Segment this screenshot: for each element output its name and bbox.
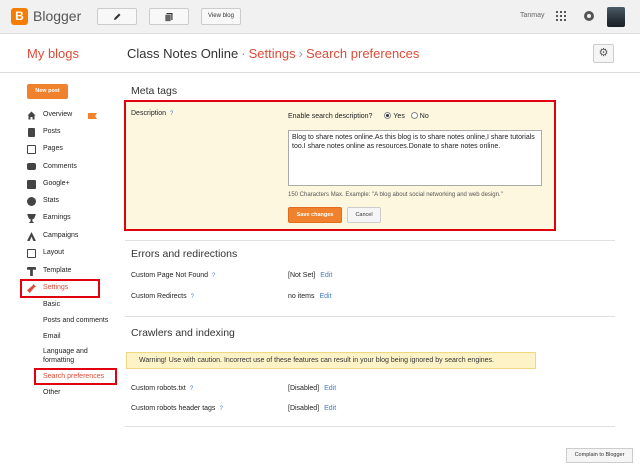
- custom-robots-txt-value: [Disabled] Edit: [288, 385, 336, 392]
- row-label-text: Custom Page Not Found: [131, 272, 209, 279]
- comment-icon: [27, 163, 36, 170]
- pie-chart-icon: [27, 197, 36, 206]
- divider: [0, 72, 640, 73]
- edit-link[interactable]: Edit: [319, 293, 331, 300]
- errors-heading: Errors and redirections: [131, 248, 238, 260]
- pencil-icon: [114, 13, 121, 20]
- custom-redirects-label: Custom Redirects?: [131, 293, 194, 300]
- breadcrumb-search-preferences: Search preferences: [305, 46, 420, 61]
- settings-highlight-box: [20, 279, 100, 298]
- row-label-text: Custom robots header tags: [131, 405, 216, 412]
- row-value: no items: [288, 293, 315, 300]
- custom-robots-txt-label: Custom robots.txt?: [131, 385, 193, 392]
- settings-sub-posts-comments[interactable]: Posts and comments: [43, 317, 108, 324]
- meta-tags-heading: Meta tags: [131, 85, 178, 97]
- edit-link[interactable]: Edit: [324, 385, 336, 392]
- custom-page-not-found-value: [Not Set] Edit: [288, 272, 332, 279]
- crawlers-heading: Crawlers and indexing: [131, 327, 235, 339]
- complain-to-blogger-button[interactable]: Complain to Blogger: [566, 448, 633, 463]
- custom-robots-header-tags-value: [Disabled] Edit: [288, 405, 336, 412]
- top-bar: B Blogger View blog Tanmay: [0, 0, 640, 34]
- settings-sub-email[interactable]: Email: [43, 333, 61, 340]
- home-icon: [27, 111, 36, 120]
- meta-tags-highlight-box: [124, 100, 556, 231]
- settings-sub-basic[interactable]: Basic: [43, 301, 60, 308]
- avatar[interactable]: [607, 7, 625, 27]
- custom-page-not-found-label: Custom Page Not Found?: [131, 272, 215, 279]
- sidebar-item-label: Google+: [43, 180, 70, 187]
- stack-icon: [164, 13, 173, 22]
- custom-robots-header-tags-label: Custom robots header tags?: [131, 405, 223, 412]
- user-name[interactable]: Tanmay: [520, 12, 545, 19]
- gear-icon[interactable]: ⚙: [593, 44, 614, 63]
- row-label-text: Custom Redirects: [131, 293, 187, 300]
- new-post-pencil-button[interactable]: [97, 8, 137, 25]
- layout-icon: [27, 249, 36, 258]
- divider: [125, 240, 615, 241]
- help-icon[interactable]: ?: [190, 386, 193, 392]
- sidebar-item-label: Pages: [43, 145, 63, 152]
- sidebar-item-label: Template: [43, 267, 72, 274]
- view-blog-button[interactable]: View blog: [201, 8, 241, 25]
- breadcrumb-separator: ›: [298, 46, 303, 61]
- divider: [125, 426, 615, 427]
- help-icon[interactable]: ?: [219, 406, 222, 412]
- sidebar-item-label: Stats: [43, 197, 59, 204]
- trophy-icon: [27, 214, 36, 223]
- apps-grid-icon[interactable]: [556, 11, 566, 21]
- row-value: [Not Set]: [288, 272, 316, 279]
- notifications-icon[interactable]: [584, 11, 594, 21]
- custom-redirects-value: no items Edit: [288, 293, 332, 300]
- settings-sub-language[interactable]: Language and: [43, 348, 88, 355]
- sidebar-item-label: Earnings: [43, 214, 71, 221]
- row-value: [Disabled]: [288, 385, 320, 392]
- row-label-text: Custom robots.txt: [131, 385, 186, 392]
- settings-sub-language-line2[interactable]: formatting: [43, 357, 74, 364]
- new-flag-icon: [88, 113, 97, 119]
- blogger-logo-icon[interactable]: B: [11, 8, 28, 25]
- pages-icon: [27, 145, 36, 154]
- sidebar-item-label: Campaigns: [43, 232, 79, 239]
- row-value: [Disabled]: [288, 405, 320, 412]
- new-post-button[interactable]: New post: [27, 84, 68, 99]
- search-preferences-highlight-box: [34, 368, 117, 385]
- sidebar-item-label: Layout: [43, 249, 65, 256]
- caution-warning: Warning! Use with caution. Incorrect use…: [126, 352, 536, 369]
- edit-link[interactable]: Edit: [320, 272, 332, 279]
- my-blogs-link[interactable]: My blogs: [27, 46, 79, 61]
- sidebar-item-label: Posts: [43, 128, 61, 135]
- help-icon[interactable]: ?: [191, 294, 194, 300]
- help-icon[interactable]: ?: [212, 273, 215, 279]
- breadcrumb: Class Notes Online · Settings › Search prefe…: [127, 46, 419, 61]
- document-icon: [28, 128, 35, 137]
- google-plus-icon: [27, 180, 36, 189]
- template-icon: [27, 267, 36, 276]
- sidebar-item-label: Comments: [43, 163, 77, 170]
- app-name[interactable]: Blogger: [33, 8, 81, 24]
- settings-sub-other[interactable]: Other: [43, 389, 61, 396]
- posts-list-button[interactable]: [149, 8, 189, 25]
- divider: [125, 316, 615, 317]
- sidebar-item-label: Overview: [43, 111, 73, 118]
- campaign-icon: [27, 232, 36, 241]
- breadcrumb-settings[interactable]: Settings: [249, 46, 296, 61]
- edit-link[interactable]: Edit: [324, 405, 336, 412]
- blog-name[interactable]: Class Notes Online: [127, 46, 238, 61]
- breadcrumb-separator: ·: [241, 46, 246, 61]
